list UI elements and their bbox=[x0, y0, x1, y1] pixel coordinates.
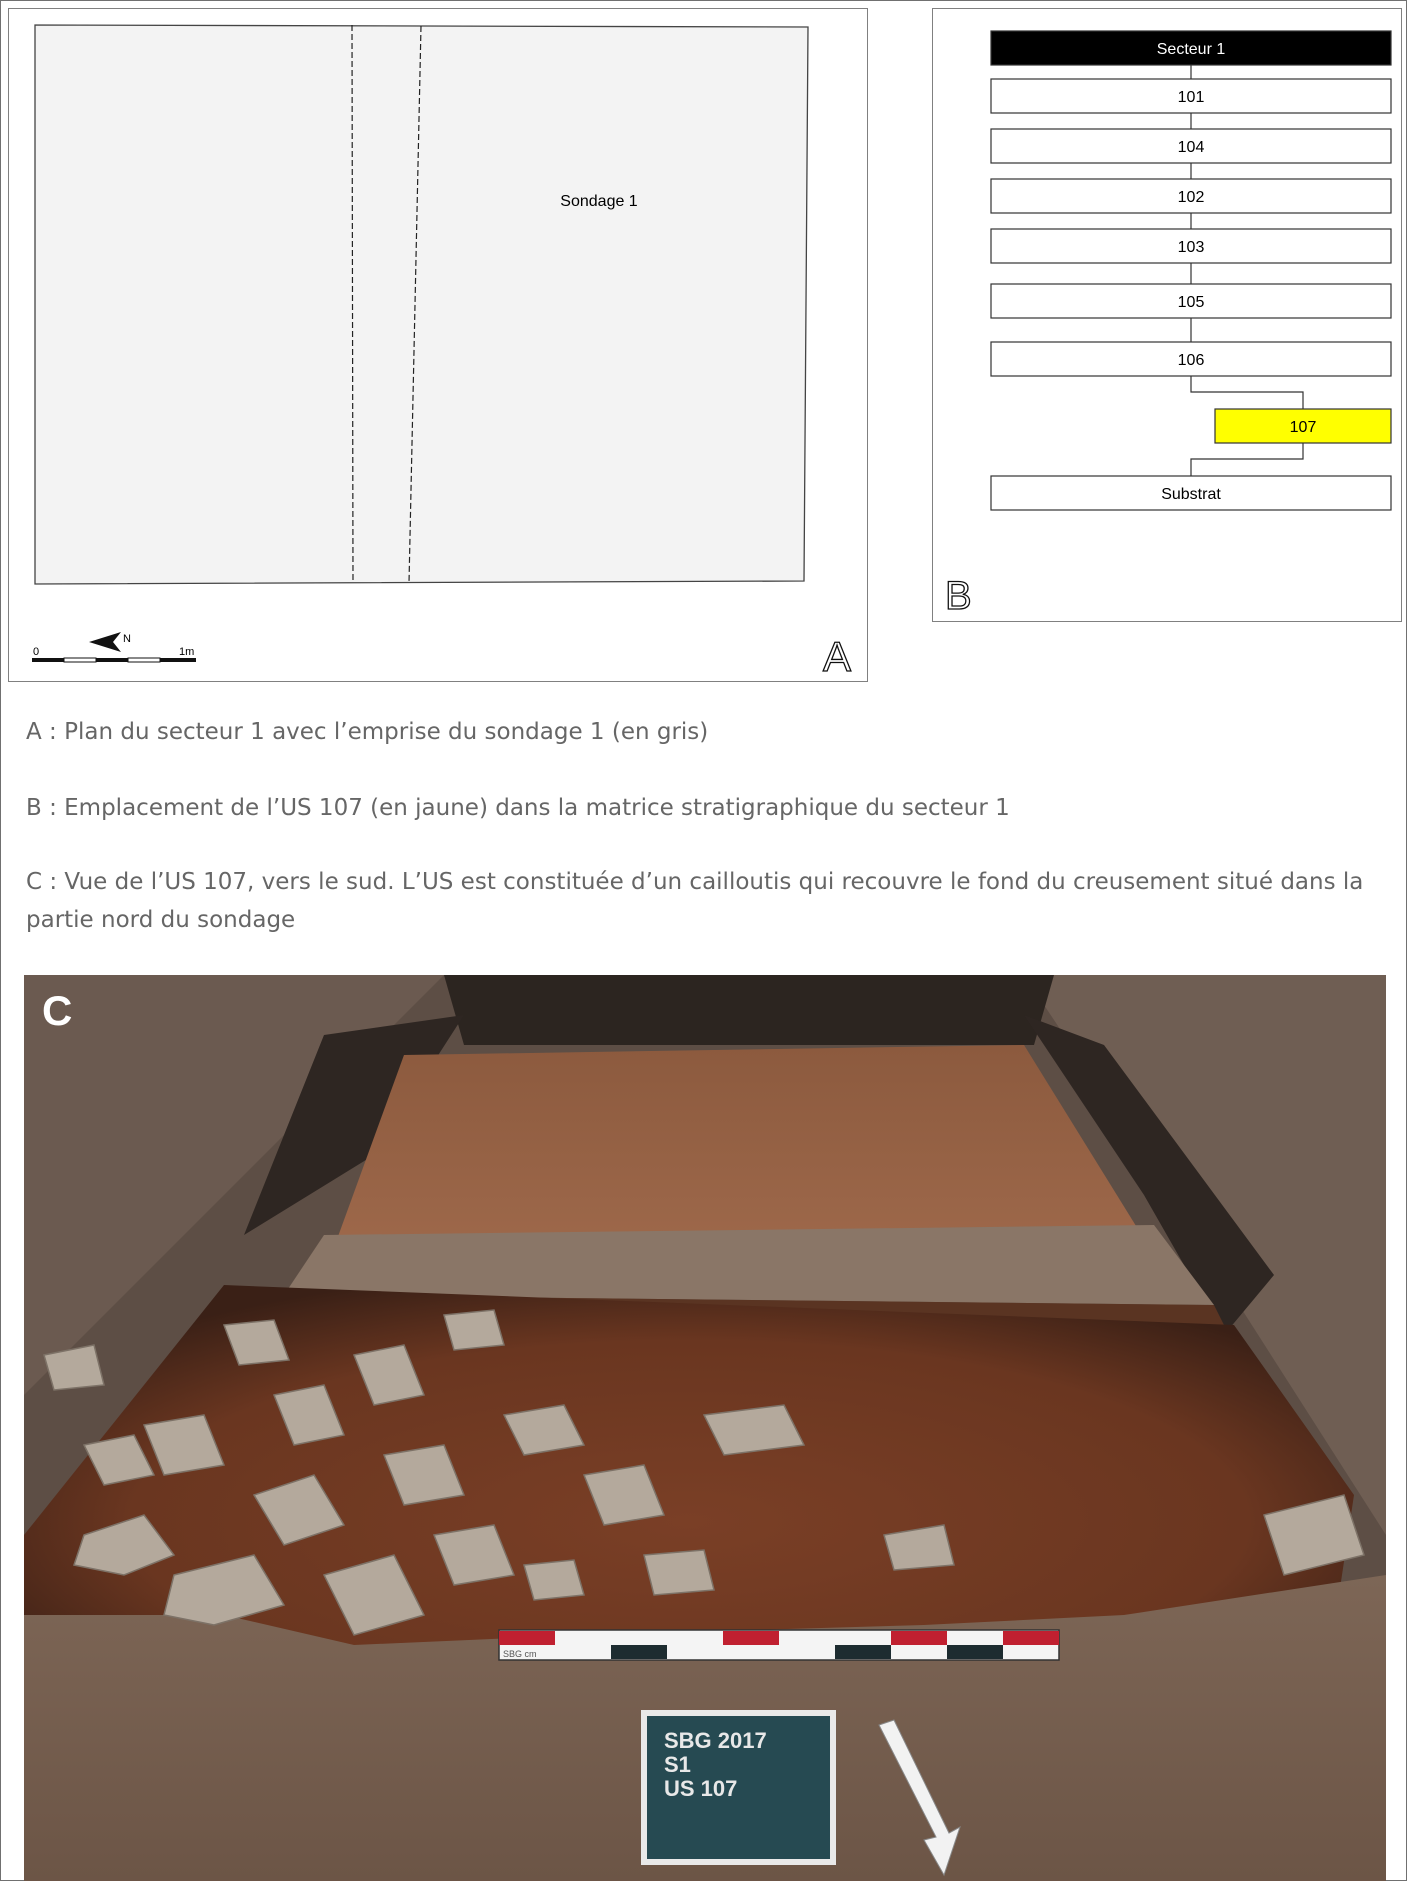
matrix-node-label: 106 bbox=[1178, 352, 1205, 369]
matrix-node-secteur-1: Secteur 1 bbox=[990, 30, 1392, 66]
ruler-label: SBG cm bbox=[503, 1649, 537, 1659]
matrix-node-label: 104 bbox=[1178, 139, 1205, 156]
scale-ruler: SBG cm bbox=[498, 1629, 1060, 1661]
matrix-node-107: 107 bbox=[1214, 408, 1392, 444]
scale-start: 0 bbox=[33, 646, 39, 658]
panel-a-letter: A bbox=[823, 633, 851, 680]
matrix-node-103: 103 bbox=[990, 228, 1392, 264]
panel-a-plan: Sondage 1 0 1m N A bbox=[8, 8, 868, 682]
info-board: SBG 2017 S1 US 107 bbox=[641, 1710, 836, 1865]
matrix-node-substrat: Substrat bbox=[990, 475, 1392, 511]
matrix-node-label: 105 bbox=[1178, 294, 1205, 311]
matrix-node-label: 103 bbox=[1178, 239, 1205, 256]
matrix-node-106: 106 bbox=[990, 341, 1392, 377]
board-line-1: SBG 2017 bbox=[664, 1728, 767, 1753]
matrix-node-102: 102 bbox=[990, 178, 1392, 214]
sector-outline bbox=[34, 24, 809, 585]
panel-b-matrix: B Secteur 1 101 104 102 103 105 106 107 Substrat bbox=[932, 8, 1402, 622]
svg-text:N: N bbox=[123, 633, 131, 645]
matrix-node-label: 102 bbox=[1178, 189, 1205, 206]
photo-illustration: SBG cm SBG 2017 S1 US 107 C bbox=[24, 975, 1386, 1881]
matrix-node-label: 101 bbox=[1178, 89, 1205, 106]
caption-c: C : Vue de l’US 107, vers le sud. L’US e… bbox=[26, 869, 1364, 933]
matrix-node-label: Secteur 1 bbox=[1157, 41, 1226, 58]
board-line-3: US 107 bbox=[664, 1776, 737, 1801]
plan-drawing: Sondage 1 0 1m N A bbox=[32, 24, 852, 681]
matrix-node-101: 101 bbox=[990, 78, 1392, 114]
excavation-photo: SBG cm SBG 2017 S1 US 107 C bbox=[24, 975, 1386, 1881]
sondage-label: Sondage 1 bbox=[560, 193, 638, 210]
matrix-node-label: Substrat bbox=[1161, 486, 1221, 503]
board-line-2: S1 bbox=[664, 1752, 691, 1777]
panel-c-letter: C bbox=[42, 987, 72, 1034]
north-arrow-icon: N bbox=[89, 632, 131, 652]
matrix-node-104: 104 bbox=[990, 128, 1392, 164]
matrix-node-label: 107 bbox=[1290, 419, 1317, 436]
scale-end: 1m bbox=[179, 646, 194, 658]
caption-b: B : Emplacement de l’US 107 (en jaune) d… bbox=[26, 795, 1010, 821]
matrix-node-105: 105 bbox=[990, 283, 1392, 319]
caption-a: A : Plan du secteur 1 avec l’emprise du … bbox=[26, 719, 709, 745]
stratigraphic-matrix: B Secteur 1 101 104 102 103 105 106 107 Substrat bbox=[944, 30, 1392, 619]
panel-b-letter: B bbox=[945, 574, 972, 618]
